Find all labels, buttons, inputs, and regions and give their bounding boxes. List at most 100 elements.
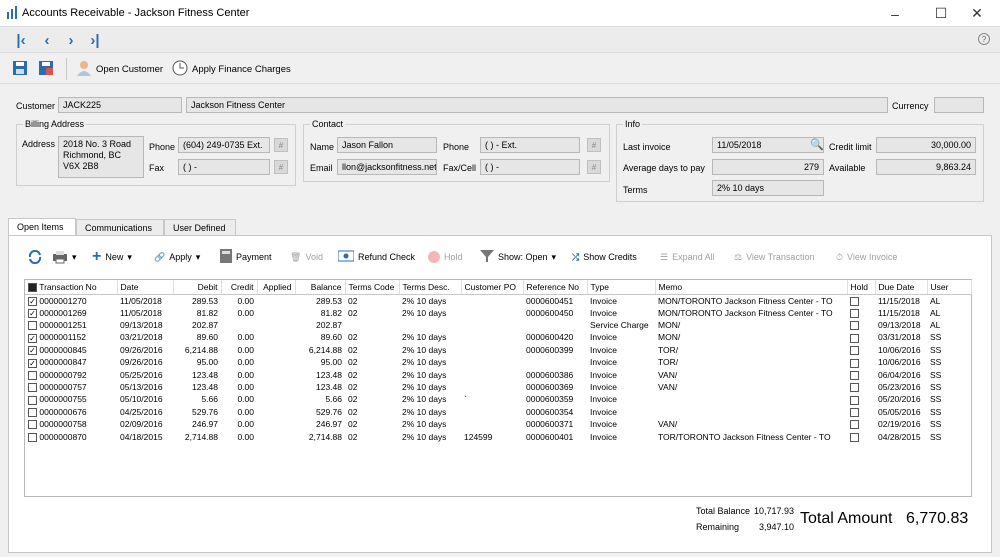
last-invoice-field[interactable]: 11/05/2018 <box>712 137 824 153</box>
dial-contact-phone-button[interactable]: # <box>587 138 601 152</box>
billing-phone-field[interactable]: (604) 249-0735 Ext. <box>178 137 270 153</box>
cell-hold[interactable] <box>847 368 875 380</box>
contact-email-field[interactable]: llon@jacksonfitness.net <box>337 159 437 175</box>
column-header-terms-desc[interactable]: Terms Desc. <box>399 280 462 295</box>
table-row[interactable]: ✓ 0000000847 09/26/2016 95.00 0.00 95.00 02 2%… <box>25 356 971 368</box>
apply-finance-charges-button[interactable]: Apply Finance Charges <box>172 58 291 80</box>
table-row[interactable]: 0000000758 02/09/2016 246.97 0.00 246.97 02 2%… <box>25 418 971 430</box>
address-field[interactable]: 2018 No. 3 Road Richmond, BC V6X 2B8 <box>58 136 144 178</box>
dial-phone-button[interactable]: # <box>274 138 288 152</box>
refund-check-button[interactable]: Refund Check <box>337 248 415 266</box>
first-record-icon[interactable]: |‹ <box>12 31 30 49</box>
view-invoice-button[interactable]: ⏱ View Invoice <box>836 248 897 266</box>
hold-checkbox[interactable] <box>850 308 859 318</box>
customer-code-field[interactable]: JACK225 <box>58 97 182 113</box>
column-header-credit[interactable]: Credit <box>221 280 258 295</box>
contact-fax-field[interactable]: ( ) - <box>480 159 580 175</box>
terms-field[interactable]: 2% 10 days <box>712 180 824 196</box>
last-record-icon[interactable]: ›| <box>86 31 104 49</box>
row-select-checkbox[interactable]: ✓ <box>28 358 37 368</box>
hold-checkbox[interactable] <box>850 321 859 331</box>
cell-hold[interactable] <box>847 307 875 319</box>
column-header-reference-no[interactable]: Reference No <box>523 280 588 295</box>
new-button[interactable]: + New ▾ <box>92 248 132 266</box>
row-select-checkbox[interactable] <box>28 370 37 380</box>
table-row[interactable]: 0000000870 04/18/2015 2,714.88 0.00 2,714.88… <box>25 430 971 442</box>
void-button[interactable]: 🗑 Void <box>290 248 323 266</box>
payment-button[interactable]: Payment <box>220 248 272 266</box>
save-icon[interactable] <box>12 60 28 78</box>
help-icon[interactable]: ? <box>978 33 990 45</box>
hold-checkbox[interactable] <box>850 395 859 405</box>
row-select-checkbox[interactable]: ✓ <box>28 333 37 343</box>
select-all-checkbox[interactable] <box>28 282 37 292</box>
column-header-type[interactable]: Type <box>587 280 656 295</box>
hold-checkbox[interactable] <box>850 370 859 380</box>
hold-checkbox[interactable] <box>850 333 859 343</box>
dial-contact-fax-button[interactable]: # <box>587 160 601 174</box>
table-row[interactable]: 0000000755 05/10/2016 5.66 0.00 5.66 02 2% 10 … <box>25 393 971 405</box>
cell-hold[interactable] <box>847 406 875 418</box>
tab-communications[interactable]: Communications <box>76 219 164 236</box>
tab-open-items[interactable]: Open Items <box>8 218 76 236</box>
column-header-debit[interactable]: Debit <box>173 280 222 295</box>
hold-checkbox[interactable] <box>850 296 859 306</box>
dial-fax-button[interactable]: # <box>274 160 288 174</box>
view-transaction-button[interactable]: ⚖ View Transaction <box>734 248 814 266</box>
row-select-checkbox[interactable]: ✓ <box>28 308 37 318</box>
column-header-date[interactable]: Date <box>117 280 174 295</box>
row-select-checkbox[interactable] <box>28 383 37 393</box>
cell-hold[interactable] <box>847 418 875 430</box>
table-row[interactable]: ✓ 0000000845 09/26/2016 6,214.88 0.00 6,214.… <box>25 344 971 356</box>
hold-checkbox[interactable] <box>850 432 859 442</box>
hold-checkbox[interactable] <box>850 358 859 368</box>
open-customer-button[interactable]: Open Customer <box>76 58 163 80</box>
hold-checkbox[interactable] <box>850 408 859 418</box>
minimize-icon[interactable]: – <box>872 0 918 27</box>
row-select-checkbox[interactable] <box>28 408 37 418</box>
cell-hold[interactable] <box>847 381 875 393</box>
cell-hold[interactable] <box>847 393 875 405</box>
contact-name-field[interactable]: Jason Fallon <box>337 137 437 153</box>
row-select-checkbox[interactable]: ✓ <box>28 296 37 306</box>
table-row[interactable]: ✓ 0000001270 11/05/2018 289.53 0.00 289.53 02… <box>25 294 971 307</box>
cell-hold[interactable] <box>847 356 875 368</box>
column-header-transaction-no[interactable]: Transaction No <box>25 280 118 295</box>
table-row[interactable]: 0000000792 05/25/2016 123.48 0.00 123.48 02 2%… <box>25 368 971 380</box>
table-row[interactable]: 0000000757 05/13/2016 123.48 0.00 123.48 02 2%… <box>25 381 971 393</box>
column-header-user[interactable]: User <box>927 280 972 295</box>
contact-phone-field[interactable]: ( ) - Ext. <box>480 137 580 153</box>
close-icon[interactable]: ✕ <box>954 0 1000 27</box>
cell-hold[interactable] <box>847 331 875 343</box>
hold-button[interactable]: Hold <box>428 248 463 266</box>
column-header-customer-po[interactable]: Customer PO <box>461 280 524 295</box>
hold-checkbox[interactable] <box>850 383 859 393</box>
column-header-terms-code[interactable]: Terms Code <box>345 280 400 295</box>
row-select-checkbox[interactable] <box>28 321 37 331</box>
column-header-due-date[interactable]: Due Date <box>875 280 928 295</box>
apply-button[interactable]: 🔗 Apply ▾ <box>154 248 200 266</box>
table-row[interactable]: 0000000676 04/25/2016 529.76 0.00 529.76 02 2%… <box>25 406 971 418</box>
print-button[interactable]: ▾ <box>52 248 77 266</box>
hold-checkbox[interactable] <box>850 346 859 356</box>
tab-user-defined[interactable]: User Defined <box>164 219 236 236</box>
save-close-icon[interactable] <box>38 60 54 78</box>
credit-limit-field[interactable]: 30,000.00 <box>876 137 976 153</box>
show-filter-button[interactable]: Show: Open ▾ <box>480 248 556 266</box>
show-credits-button[interactable]: ⤮ Show Credits <box>572 248 637 266</box>
hold-checkbox[interactable] <box>850 420 859 430</box>
row-select-checkbox[interactable] <box>28 432 37 442</box>
customer-name-field[interactable]: Jackson Fitness Center <box>186 97 888 113</box>
column-header-memo[interactable]: Memo <box>655 280 848 295</box>
refresh-icon[interactable] <box>28 248 42 266</box>
search-icon[interactable]: 🔍 <box>810 138 824 151</box>
expand-all-button[interactable]: ☰ Expand All <box>660 248 715 266</box>
cell-hold[interactable] <box>847 319 875 331</box>
cell-hold[interactable] <box>847 294 875 307</box>
row-select-checkbox[interactable] <box>28 420 37 430</box>
currency-field[interactable] <box>934 97 984 113</box>
next-record-icon[interactable]: › <box>62 31 80 49</box>
column-header-hold[interactable]: Hold <box>847 280 876 295</box>
previous-record-icon[interactable]: ‹ <box>38 31 56 49</box>
column-header-balance[interactable]: Balance <box>295 280 346 295</box>
